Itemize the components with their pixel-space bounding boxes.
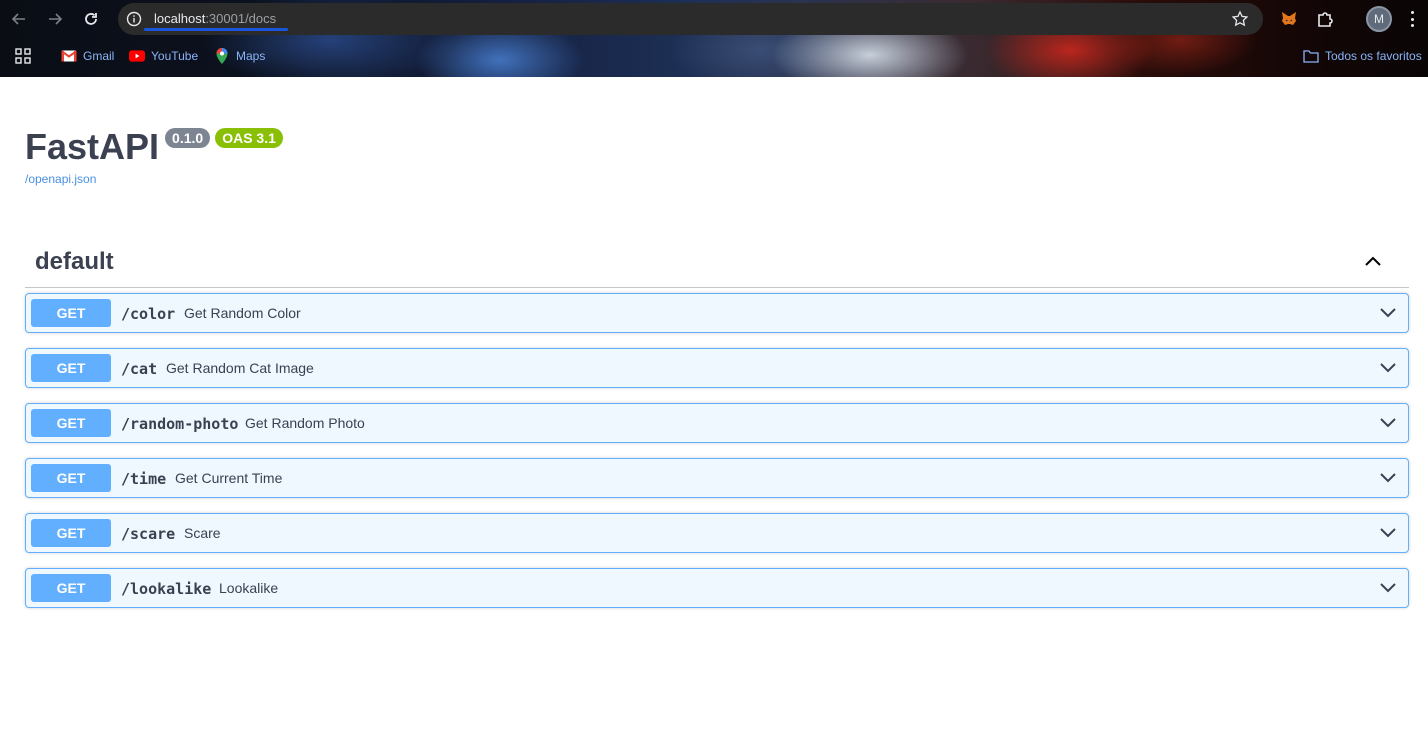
section-title: default: [35, 248, 114, 275]
operation-path: /random-photo: [121, 415, 239, 433]
operation-summary: Get Random Cat Image: [166, 360, 314, 376]
operation-get-cat[interactable]: GET /cat Get Random Cat Image: [25, 348, 1409, 388]
reload-button[interactable]: [80, 8, 102, 30]
operation-get-random-photo[interactable]: GET /random-photo Get Random Photo: [25, 403, 1409, 443]
operation-summary: Get Random Color: [184, 305, 301, 321]
api-info-header: FastAPI 0.1.0 OAS 3.1: [25, 126, 283, 168]
back-button[interactable]: [8, 8, 30, 30]
chevron-down-icon[interactable]: [1378, 578, 1398, 598]
method-badge: GET: [31, 409, 111, 437]
youtube-icon: [129, 49, 145, 63]
operation-summary: Lookalike: [219, 580, 279, 596]
browser-menu-icon[interactable]: [1406, 9, 1418, 29]
url-host: localhost: [154, 11, 206, 26]
operation-summary: Get Random Photo: [245, 415, 365, 431]
method-badge: GET: [31, 299, 111, 327]
forward-button[interactable]: [44, 8, 66, 30]
gmail-icon: [61, 49, 77, 63]
site-info-icon[interactable]: [125, 10, 143, 28]
bookmark-star-icon[interactable]: [1231, 10, 1249, 28]
bookmarks-bar: Gmail YouTube Maps Todos os favoritos: [0, 44, 1428, 68]
operation-summary: Scare: [184, 525, 221, 541]
reload-icon: [85, 13, 97, 25]
operation-get-lookalike[interactable]: GET /lookalike Lookalike: [25, 568, 1409, 608]
url-path: :30001/docs: [205, 11, 277, 26]
operation-path: /cat: [121, 360, 158, 378]
all-bookmarks-folder[interactable]: Todos os favoritos: [1303, 47, 1422, 65]
openapi-json-link[interactable]: /openapi.json: [25, 172, 96, 186]
bookmark-maps[interactable]: Maps: [214, 47, 265, 65]
metamask-extension-icon[interactable]: [1279, 9, 1299, 29]
chevron-up-icon[interactable]: [1363, 251, 1383, 271]
operation-path: /lookalike: [121, 580, 212, 598]
operation-path: /color: [121, 305, 176, 323]
back-arrow-icon: [11, 13, 25, 25]
operation-get-scare[interactable]: GET /scare Scare: [25, 513, 1409, 553]
bookmark-label: YouTube: [151, 49, 199, 63]
chevron-down-icon[interactable]: [1378, 303, 1398, 323]
method-badge: GET: [31, 354, 111, 382]
url-highlight: [144, 28, 288, 31]
operation-path: /scare: [121, 525, 176, 543]
operation-summary: Get Current Time: [175, 470, 283, 486]
chevron-down-icon[interactable]: [1378, 523, 1398, 543]
url-text[interactable]: localhost:30001/docs: [154, 11, 276, 26]
bookmark-label: Gmail: [83, 49, 115, 63]
extensions-puzzle-icon[interactable]: [1315, 9, 1335, 29]
address-bar[interactable]: localhost:30001/docs: [118, 3, 1263, 35]
operation-get-time[interactable]: GET /time Get Current Time: [25, 458, 1409, 498]
bookmark-label: Maps: [236, 49, 266, 63]
bookmark-gmail[interactable]: Gmail: [61, 47, 114, 65]
chevron-down-icon[interactable]: [1378, 413, 1398, 433]
api-title: FastAPI: [25, 126, 160, 167]
apps-grid-icon[interactable]: [15, 48, 31, 64]
chevron-down-icon[interactable]: [1378, 468, 1398, 488]
section-header-default[interactable]: default: [25, 243, 1409, 288]
method-badge: GET: [31, 519, 111, 547]
all-bookmarks-label: Todos os favoritos: [1325, 49, 1422, 63]
chevron-down-icon[interactable]: [1378, 358, 1398, 378]
method-badge: GET: [31, 464, 111, 492]
profile-avatar[interactable]: M: [1366, 6, 1392, 32]
version-badge: 0.1.0: [165, 128, 211, 148]
operation-get-color[interactable]: GET /color Get Random Color: [25, 293, 1409, 333]
folder-icon: [1303, 49, 1319, 63]
method-badge: GET: [31, 574, 111, 602]
forward-arrow-icon: [49, 13, 63, 25]
maps-icon: [214, 48, 230, 64]
browser-chrome: localhost:30001/docs M Gmail YouTube Map…: [0, 0, 1428, 77]
oas-badge: OAS 3.1: [215, 128, 283, 148]
operation-path: /time: [121, 470, 167, 488]
bookmark-youtube[interactable]: YouTube: [129, 47, 198, 65]
